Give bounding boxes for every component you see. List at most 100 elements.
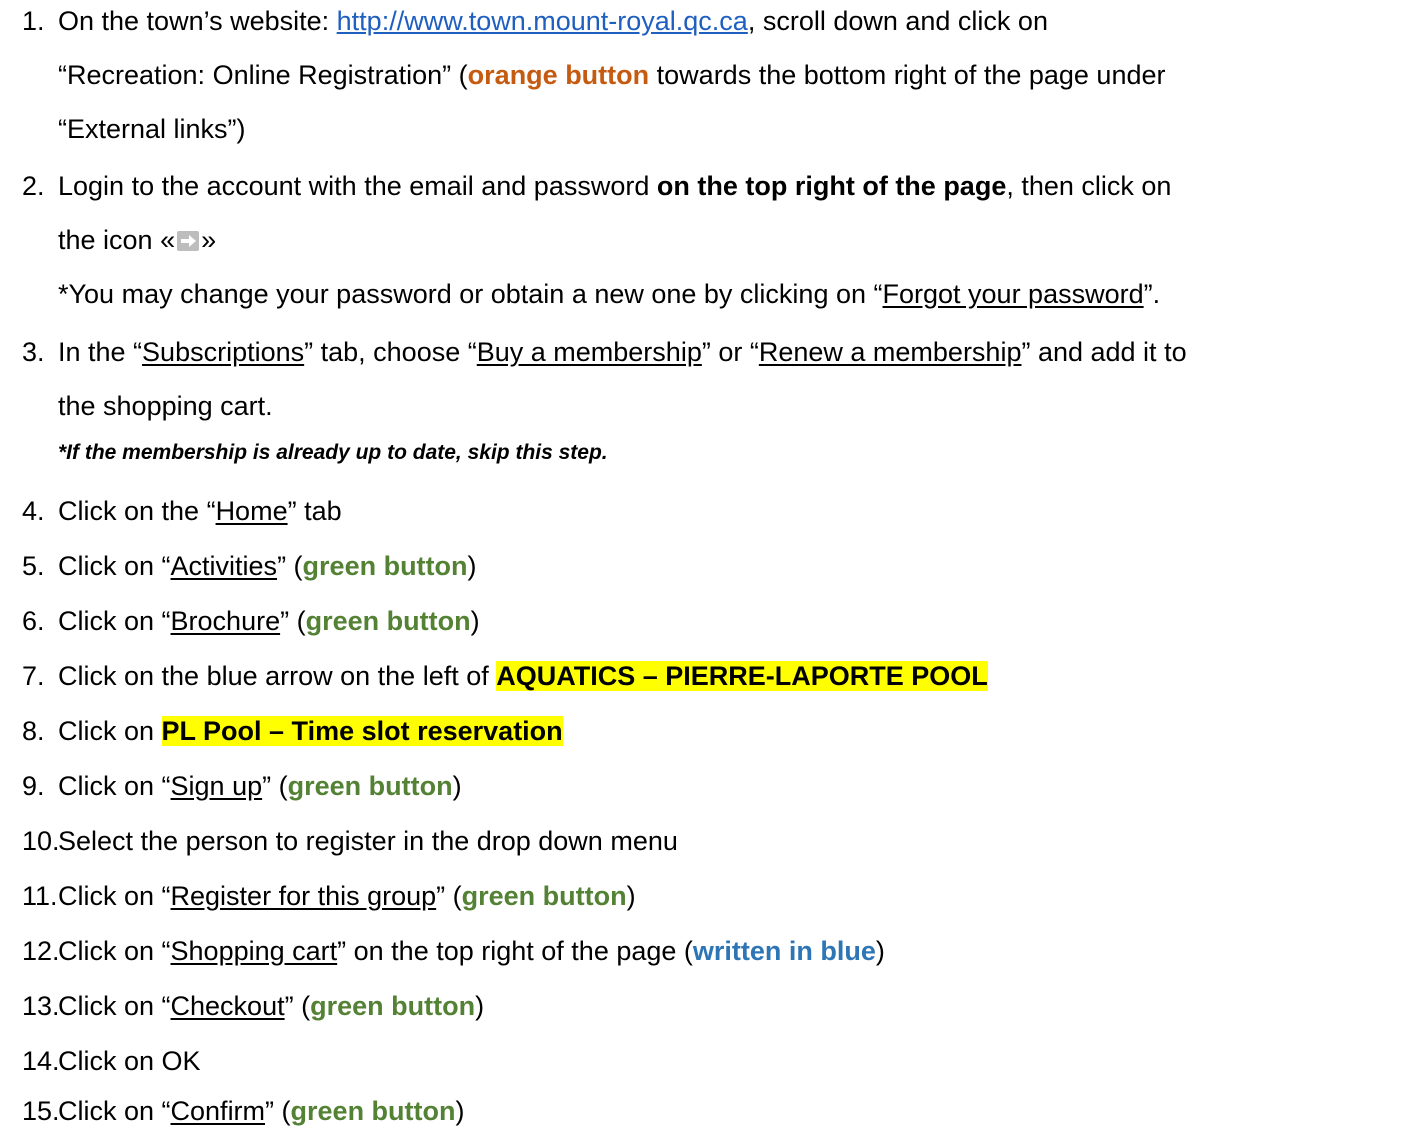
step-number: 9. bbox=[22, 771, 45, 801]
step-text: » bbox=[201, 225, 217, 255]
sign-up-ref: Sign up bbox=[170, 771, 263, 801]
step-text: ) bbox=[455, 1096, 465, 1126]
renew-membership-ref: Renew a membership bbox=[758, 337, 1022, 367]
step-body: Click on “Sign up” (green button) bbox=[58, 759, 462, 813]
green-button-note: green button bbox=[290, 1096, 456, 1126]
step-body: Click on OK bbox=[58, 1034, 201, 1088]
step-number: 15. bbox=[22, 1096, 60, 1126]
brochure-ref: Brochure bbox=[170, 606, 281, 636]
step-text: On the town’s website: bbox=[58, 6, 337, 36]
step-line: On the town’s website: http://www.town.m… bbox=[58, 0, 1165, 48]
highlighted-text: PL Pool – Time slot reservation bbox=[161, 716, 563, 746]
step-text: ” ( bbox=[436, 881, 462, 911]
step-text: , then click on bbox=[1006, 171, 1172, 201]
green-button-note: green button bbox=[305, 606, 471, 636]
step-text: Click on OK bbox=[58, 1046, 201, 1076]
step-body: In the “Subscriptions” tab, choose “Buy … bbox=[58, 325, 1187, 473]
step-body: Click on PL Pool – Time slot reservation bbox=[58, 704, 563, 758]
membership-note: *If the membership is already up to date… bbox=[58, 441, 608, 464]
step-body: Click on “Brochure” (green button) bbox=[58, 594, 480, 648]
step-line: Click on “Activities” (green button) bbox=[58, 539, 477, 593]
forgot-password-link[interactable]: Forgot your password bbox=[883, 279, 1144, 309]
step-text: ) bbox=[626, 881, 636, 911]
town-website-link[interactable]: http://www.town.mount-royal.qc.ca bbox=[337, 6, 748, 36]
step-line: Click on PL Pool – Time slot reservation bbox=[58, 704, 563, 758]
step-line: Click on “Checkout” (green button) bbox=[58, 979, 484, 1033]
register-group-ref: Register for this group bbox=[170, 881, 437, 911]
step-text: ” tab bbox=[287, 496, 342, 526]
step-line: Click on “Sign up” (green button) bbox=[58, 759, 462, 813]
step-line: *You may change your password or obtain … bbox=[58, 267, 1171, 321]
step-body: Click on “Activities” (green button) bbox=[58, 539, 477, 593]
home-tab-ref: Home bbox=[215, 496, 288, 526]
step-text: Login to the account with the email and … bbox=[58, 171, 657, 201]
step-number: 13. bbox=[22, 991, 60, 1021]
step-text: In the “ bbox=[58, 337, 143, 367]
step-body: Login to the account with the email and … bbox=[58, 159, 1171, 321]
activities-ref: Activities bbox=[170, 551, 278, 581]
step-body: Click on “Confirm” (green button) bbox=[58, 1084, 465, 1138]
step-body: Select the person to register in the dro… bbox=[58, 814, 678, 868]
step-text: ” ( bbox=[284, 991, 311, 1021]
step-number: 5. bbox=[22, 551, 45, 581]
step-text: ” ( bbox=[280, 606, 306, 636]
step-line: Click on the “Home” tab bbox=[58, 484, 342, 538]
step-text: ) bbox=[875, 936, 885, 966]
step-line: Click on “Register for this group” (gree… bbox=[58, 869, 636, 923]
step-line: “Recreation: Online Registration” (orang… bbox=[58, 48, 1165, 102]
step-body: Click on “Register for this group” (gree… bbox=[58, 869, 636, 923]
step-text: “Recreation: Online Registration” ( bbox=[58, 60, 468, 90]
step-text: ” on the top right of the page ( bbox=[337, 936, 693, 966]
step-body: Click on “Shopping cart” on the top righ… bbox=[58, 924, 885, 978]
step-number: 2. bbox=[22, 171, 45, 201]
checkout-ref: Checkout bbox=[170, 991, 285, 1021]
step-text: “External links”) bbox=[58, 114, 246, 144]
green-button-note: green button bbox=[287, 771, 453, 801]
highlighted-text: AQUATICS – PIERRE-LAPORTE POOL bbox=[496, 661, 988, 691]
step-line: Click on “Brochure” (green button) bbox=[58, 594, 480, 648]
subscriptions-tab-ref: Subscriptions bbox=[142, 337, 305, 367]
arrow-right-icon bbox=[177, 231, 200, 251]
step-line: “External links”) bbox=[58, 102, 1165, 156]
step-text: ”. bbox=[1143, 279, 1161, 309]
step-text: Click on bbox=[58, 716, 162, 746]
step-body: Click on the blue arrow on the left of A… bbox=[58, 649, 988, 703]
step-text: , scroll down and click on bbox=[747, 6, 1048, 36]
step-number: 14. bbox=[22, 1046, 60, 1076]
step-text: Click on “ bbox=[58, 551, 171, 581]
step-number: 6. bbox=[22, 606, 45, 636]
step-text: ” ( bbox=[277, 551, 303, 581]
step-line: the shopping cart. bbox=[58, 379, 1187, 433]
step-number: 12. bbox=[22, 936, 60, 966]
confirm-ref: Confirm bbox=[170, 1096, 266, 1126]
step-number: 8. bbox=[22, 716, 45, 746]
step-text: Select the person to register in the dro… bbox=[58, 826, 678, 856]
step-line: Click on OK bbox=[58, 1034, 201, 1088]
step-number: 4. bbox=[22, 496, 45, 526]
step-text: *You may change your password or obtain … bbox=[58, 279, 883, 309]
step-number: 10. bbox=[22, 826, 60, 856]
step-text: Click on the blue arrow on the left of bbox=[58, 661, 497, 691]
step-text: ” and add it to bbox=[1021, 337, 1187, 367]
step-number: 1. bbox=[22, 6, 45, 36]
step-text: the shopping cart. bbox=[58, 391, 273, 421]
step-text: ” ( bbox=[265, 1096, 291, 1126]
step-line: the icon « » bbox=[58, 213, 1171, 267]
step-text: Click on “ bbox=[58, 991, 171, 1021]
step-text: Click on “ bbox=[58, 881, 171, 911]
step-body: Click on the “Home” tab bbox=[58, 484, 342, 538]
step-line: In the “Subscriptions” tab, choose “Buy … bbox=[58, 325, 1187, 379]
step-line: Select the person to register in the dro… bbox=[58, 814, 678, 868]
step-body: Click on “Checkout” (green button) bbox=[58, 979, 484, 1033]
orange-button-note: orange button bbox=[467, 60, 650, 90]
green-button-note: green button bbox=[461, 881, 627, 911]
step-text: Click on “ bbox=[58, 1096, 171, 1126]
step-text: Click on “ bbox=[58, 771, 171, 801]
green-button-note: green button bbox=[302, 551, 468, 581]
step-number: 11. bbox=[22, 881, 58, 911]
step-text: ” tab, choose “ bbox=[304, 337, 477, 367]
shopping-cart-ref: Shopping cart bbox=[170, 936, 338, 966]
step-line: Click on the blue arrow on the left of A… bbox=[58, 649, 988, 703]
step-text: Click on “ bbox=[58, 606, 171, 636]
step-text: Click on “ bbox=[58, 936, 171, 966]
